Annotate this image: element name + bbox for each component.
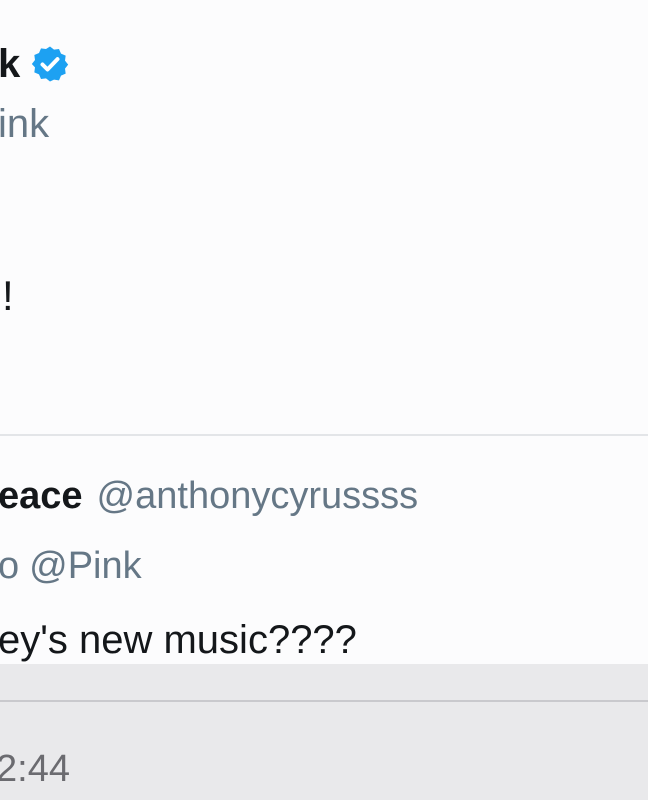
- tweet-author-row[interactable]: k: [0, 40, 70, 88]
- replying-to-label: o: [0, 545, 20, 587]
- reply-author-name[interactable]: eace: [0, 475, 83, 517]
- reply-author-handle[interactable]: @anthonycyrussss: [97, 475, 419, 517]
- timestamp-label: 2:44: [0, 748, 70, 790]
- bottom-bar-divider: [0, 700, 648, 702]
- reply-text: ey's new music????: [0, 618, 357, 662]
- replying-to-mention-link[interactable]: @Pink: [29, 545, 142, 587]
- verified-badge-icon: [30, 44, 70, 84]
- bottom-overlay-bar: 2:44: [0, 664, 648, 800]
- reply-author-row[interactable]: eace @anthonycyrussss: [0, 472, 418, 520]
- tweet-divider: [0, 434, 648, 436]
- tweet-author-handle[interactable]: ink: [0, 100, 49, 148]
- tweet-text: !: [2, 272, 14, 319]
- tweet-author-name[interactable]: k: [0, 40, 20, 88]
- tweet-screen: k ink ! eace @anthonycyrussss o @Pink ey's…: [0, 0, 648, 800]
- replying-to-line: o @Pink: [0, 542, 142, 590]
